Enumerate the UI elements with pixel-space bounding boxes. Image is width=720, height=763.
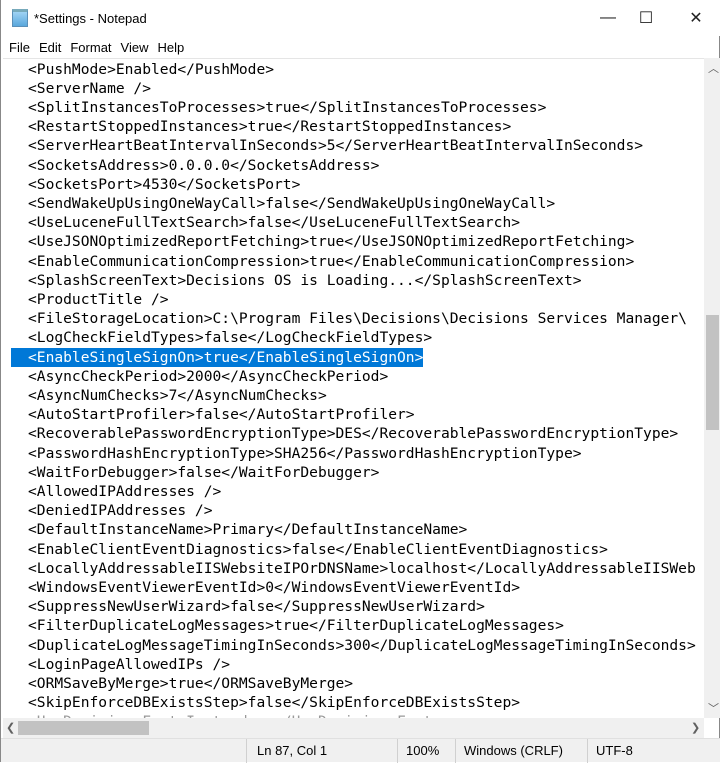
status-bar: Ln 87, Col 1 100% Windows (CRLF) UTF-8	[1, 738, 720, 763]
text-line: <ProductTitle />	[28, 290, 169, 308]
text-line: <SplitInstancesToProcesses>true</SplitIn…	[28, 98, 547, 116]
text-line: <EnableClientEventDiagnostics>false</Ena…	[28, 540, 608, 558]
text-line: <LoginPageAllowedIPs />	[28, 655, 231, 673]
scroll-up-icon[interactable]: ︿	[708, 60, 719, 76]
window-title: *Settings - Notepad	[34, 10, 147, 26]
scroll-down-icon[interactable]: ﹀	[708, 700, 719, 716]
scroll-left-icon[interactable]: ❮	[6, 721, 15, 734]
maximize-button[interactable]: ☐	[623, 0, 669, 36]
menu-view[interactable]: View	[121, 40, 149, 55]
text-line: <UseLuceneFullTextSearch>false</UseLucen…	[28, 214, 521, 232]
text-line: <RecoverablePasswordEncryptionType>DES</…	[28, 425, 679, 443]
text-line: <AutoStartProfiler>false</AutoStartProfi…	[28, 406, 415, 424]
menu-format[interactable]: Format	[70, 40, 111, 55]
text-line: <LocallyAddressableIISWebsiteIPOrDNSName…	[28, 559, 696, 577]
line-ending: Windows (CRLF)	[455, 739, 587, 763]
text-line: <FilterDuplicateLogMessages>true</Filter…	[28, 617, 564, 635]
text-line: <SendWakeUpUsingOneWayCall>false</SendWa…	[28, 194, 556, 212]
zoom-level: 100%	[397, 739, 455, 763]
text-line: <AsyncNumChecks>7</AsyncNumChecks>	[28, 386, 327, 404]
text-line: <SocketsAddress>0.0.0.0</SocketsAddress>	[28, 156, 380, 174]
text-line: <WindowsEventViewerEventId>0</WindowsEve…	[28, 578, 521, 596]
text-line: <PasswordHashEncryptionType>SHA256</Pass…	[28, 444, 582, 462]
text-line: <SocketsPort>4530</SocketsPort>	[28, 175, 301, 193]
text-line: <PushMode>Enabled</PushMode>	[28, 60, 275, 78]
text-line: <DefaultInstanceName>Primary</DefaultIns…	[28, 521, 468, 539]
horizontal-scroll-thumb[interactable]	[18, 721, 149, 735]
vertical-scroll-thumb[interactable]	[706, 315, 719, 430]
cursor-position: Ln 87, Col 1	[246, 739, 389, 763]
text-line: <UseJSONOptimizedReportFetching>true</Us…	[28, 233, 635, 251]
menu-help[interactable]: Help	[157, 40, 184, 55]
text-line: <WaitForDebugger>false</WaitForDebugger>	[28, 463, 380, 481]
menu-bar: File Edit Format View Help	[1, 36, 193, 58]
text-line: <DuplicateLogMessageTimingInSeconds>300<…	[28, 636, 696, 654]
text-line: <AllowedIPAddresses />	[28, 482, 222, 500]
encoding: UTF-8	[587, 739, 707, 763]
close-button[interactable]: ✕	[673, 0, 719, 36]
text-line: <DeniedIPAddresses />	[28, 502, 213, 520]
text-line: <ORMSaveByMerge>true</ORMSaveByMerge>	[28, 674, 354, 692]
horizontal-scrollbar[interactable]: ❮ ❯	[3, 718, 704, 738]
text-line: <AsyncCheckPeriod>2000</AsyncCheckPeriod…	[28, 367, 389, 385]
vertical-scrollbar[interactable]: ︿ ﹀	[704, 58, 720, 718]
title-bar: *Settings - Notepad — ☐ ✕	[1, 0, 720, 36]
text-line: <EnableCommunicationCompression>true</En…	[28, 252, 635, 270]
text-line: <FileStorageLocation>C:\Program Files\De…	[28, 310, 687, 328]
scroll-right-icon[interactable]: ❯	[691, 721, 700, 734]
selected-text-line: <EnableSingleSignOn>true</EnableSingleSi…	[11, 347, 424, 367]
text-line: <ServerName />	[28, 79, 152, 97]
menu-edit[interactable]: Edit	[39, 40, 61, 55]
text-line: <ServerHeartBeatIntervalInSeconds>5</Ser…	[28, 137, 644, 155]
text-line: <SplashScreenText>Decisions OS is Loadin…	[28, 271, 582, 289]
menu-file[interactable]: File	[9, 40, 30, 55]
text-line: <LogCheckFieldTypes>false</LogCheckField…	[28, 329, 433, 347]
notepad-icon	[12, 9, 28, 27]
text-line: <SkipEnforceDBExistsStep>false</SkipEnfo…	[28, 694, 521, 712]
text-editor[interactable]: <PushMode>Enabled</PushMode> <ServerName …	[3, 58, 704, 718]
text-line: <RestartStoppedInstances>true</RestartSt…	[28, 118, 512, 136]
text-line: <SuppressNewUserWizard>false</SuppressNe…	[28, 598, 485, 616]
